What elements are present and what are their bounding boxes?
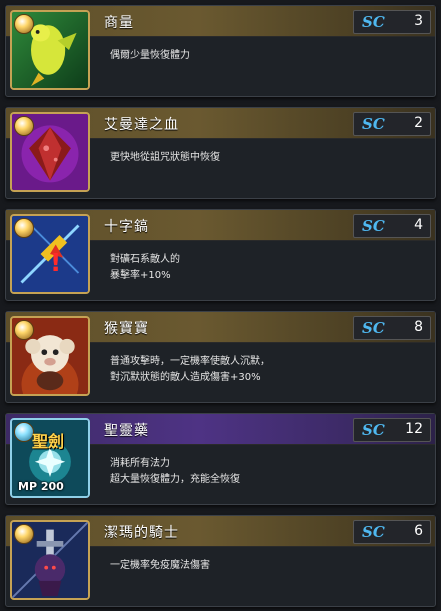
skill-description: 消耗所有法力 超大量恢復體力，充能全恢復 — [110, 456, 430, 488]
skill-name: 商量 — [104, 15, 134, 31]
skill-description: 一定機率免疫魔法傷害 — [110, 558, 430, 574]
pickaxe-icon: ! — [10, 214, 90, 294]
skill-description: 偶爾少量恢復體力 — [110, 48, 430, 64]
description-line: 對沉默狀態的敵人造成傷害+30% — [110, 372, 261, 383]
baby-monkey-icon — [10, 316, 90, 396]
description-line: 超大量恢復體力，充能全恢復 — [110, 474, 240, 485]
sc-label: SC — [362, 217, 385, 235]
sc-value: 6 — [414, 523, 423, 539]
knight-icon — [10, 520, 90, 600]
blood-gem-icon — [10, 112, 90, 192]
skill-description: 對礦石系敵人的 暴擊率+10% — [110, 252, 430, 284]
sc-cost-badge: SC 12 — [353, 418, 431, 442]
sc-cost-badge: SC 4 — [353, 214, 431, 238]
gem-icon — [14, 422, 34, 442]
sc-value: 12 — [405, 421, 423, 437]
svg-text:!: ! — [50, 248, 61, 277]
skill-card-商量[interactable]: 商量 SC 3 偶爾少量恢復體力 — [5, 5, 436, 97]
icon-title: 聖劍 — [32, 432, 65, 451]
sc-cost-badge: SC 6 — [353, 520, 431, 544]
skill-card-猴寶寶[interactable]: 猴寶寶 SC 8 普通攻擊時，一定機率使敵人沉默， 對沉默狀態的敵人造成傷害+3… — [5, 311, 436, 403]
gem-icon — [14, 218, 34, 238]
sc-value: 8 — [414, 319, 423, 335]
skill-name: 艾曼達之血 — [104, 117, 179, 133]
skill-name: 猴寶寶 — [104, 321, 149, 337]
skill-card-潔瑪的騎士[interactable]: 潔瑪的騎士 SC 6 一定機率免疫魔法傷害 — [5, 515, 436, 607]
skill-name: 十字鎬 — [104, 219, 149, 235]
skill-card-list: 商量 SC 3 偶爾少量恢復體力 艾曼達之血 SC 2 更快地從詛咒狀態中恢復 … — [0, 0, 441, 611]
sc-value: 4 — [414, 217, 423, 233]
sc-label: SC — [362, 13, 385, 31]
sc-value: 3 — [414, 13, 423, 29]
skill-name: 聖靈藥 — [104, 423, 149, 439]
mp-cost-label: MP 200 — [18, 480, 64, 493]
skill-name: 潔瑪的騎士 — [104, 525, 179, 541]
skill-description: 普通攻擊時，一定機率使敵人沉默， 對沉默狀態的敵人造成傷害+30% — [110, 354, 430, 386]
description-line: 偶爾少量恢復體力 — [110, 50, 190, 61]
gem-icon — [14, 116, 34, 136]
description-line: 普通攻擊時，一定機率使敵人沉默， — [110, 356, 270, 367]
description-line: 更快地從詛咒狀態中恢復 — [110, 152, 220, 163]
skill-card-十字鎬[interactable]: ! 十字鎬 SC 4 對礦石系敵人的 暴擊率+10% — [5, 209, 436, 301]
gem-icon — [14, 14, 34, 34]
sc-value: 2 — [414, 115, 423, 131]
description-line: 對礦石系敵人的 — [110, 254, 180, 265]
sc-label: SC — [362, 115, 385, 133]
holy-potion-icon: 聖劍 MP 200 — [10, 418, 90, 498]
sc-cost-badge: SC 3 — [353, 10, 431, 34]
sc-cost-badge: SC 2 — [353, 112, 431, 136]
description-line: 消耗所有法力 — [110, 458, 170, 469]
skill-card-艾曼達之血[interactable]: 艾曼達之血 SC 2 更快地從詛咒狀態中恢復 — [5, 107, 436, 199]
skill-card-聖靈藥[interactable]: 聖劍 MP 200 聖靈藥 SC 12 消耗所有法力 超大量恢復體力，充能全恢復 — [5, 413, 436, 505]
description-line: 暴擊率+10% — [110, 270, 171, 281]
gem-icon — [14, 524, 34, 544]
sc-label: SC — [362, 421, 385, 439]
skill-description: 更快地從詛咒狀態中恢復 — [110, 150, 430, 166]
sc-cost-badge: SC 8 — [353, 316, 431, 340]
green-bird-icon — [10, 10, 90, 90]
description-line: 一定機率免疫魔法傷害 — [110, 560, 210, 571]
sc-label: SC — [362, 523, 385, 541]
sc-label: SC — [362, 319, 385, 337]
gem-icon — [14, 320, 34, 340]
